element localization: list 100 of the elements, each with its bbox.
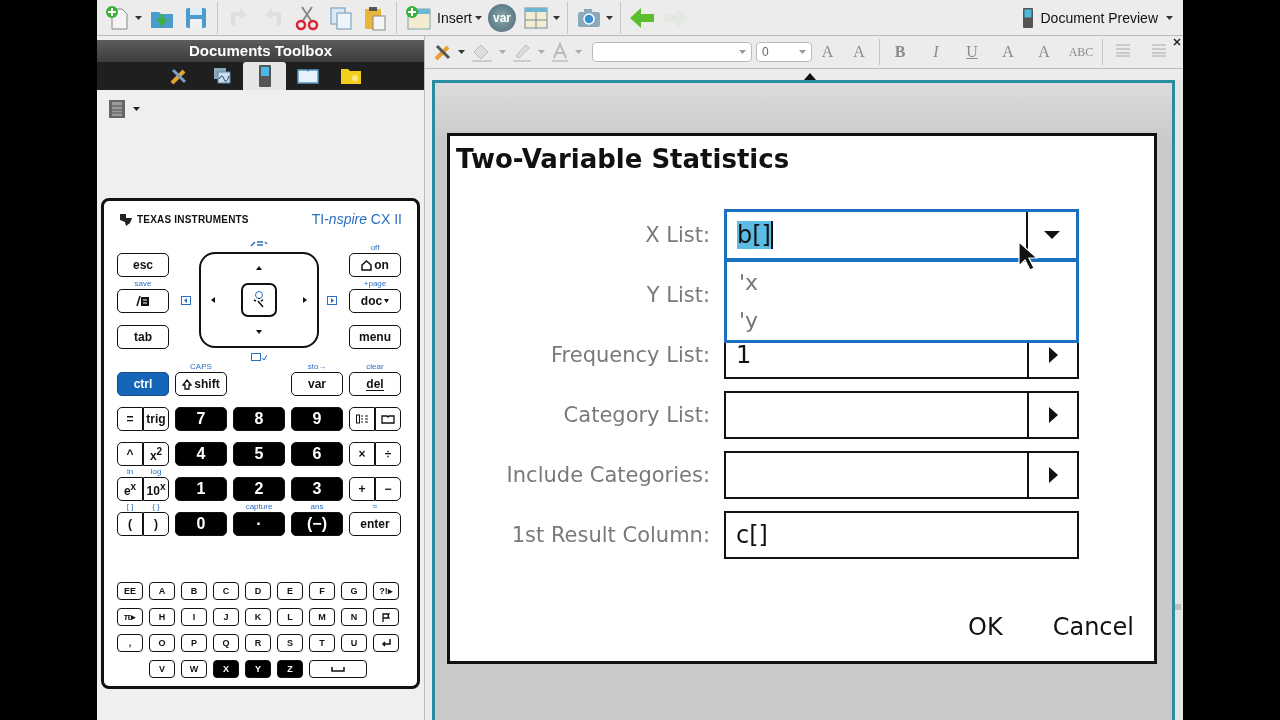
calculator-key[interactable] <box>373 608 399 626</box>
calculator-key[interactable]: ctrl <box>117 372 169 396</box>
calculator-key[interactable]: − <box>375 477 401 501</box>
calculator-key[interactable]: 8 <box>233 407 285 431</box>
calculator-key[interactable]: esc <box>117 253 169 277</box>
calculator-key[interactable]: A <box>149 582 175 600</box>
caret-icon[interactable] <box>553 15 560 20</box>
calculator-key[interactable]: E <box>277 582 303 600</box>
down-arrow-icon[interactable] <box>256 330 262 334</box>
calculator-key[interactable]: D <box>245 582 271 600</box>
calculator-key[interactable]: EE <box>117 582 143 600</box>
calculator-key[interactable]: trig <box>143 407 169 431</box>
calculator-key[interactable]: × <box>349 442 375 466</box>
calculator-key[interactable]: enter <box>349 512 401 536</box>
calculator-key[interactable]: ÷ <box>375 442 401 466</box>
calculator-key[interactable]: ) <box>143 512 169 536</box>
calculator-key[interactable]: L <box>277 608 303 626</box>
calculator-key[interactable]: T <box>309 634 335 652</box>
calculator-key[interactable]: shift <box>175 372 227 396</box>
calculator-key[interactable]: ?!▸ <box>373 582 399 600</box>
calculator-key[interactable]: C <box>213 582 239 600</box>
wrench-icon[interactable] <box>433 42 453 62</box>
calculator-key[interactable]: 9 <box>291 407 343 431</box>
document-preview-button[interactable]: Document Preview <box>1016 6 1179 29</box>
insert-button[interactable]: Insert <box>401 1 485 34</box>
calculator-key[interactable]: J <box>213 608 239 626</box>
calculator-key[interactable]: del <box>349 372 401 396</box>
calculator-key[interactable] <box>117 289 169 313</box>
calculator-key[interactable]: W <box>181 660 207 678</box>
calculator-key[interactable]: 7 <box>175 407 227 431</box>
touchpad[interactable] <box>199 252 319 348</box>
caret-icon[interactable] <box>133 107 140 111</box>
input-field[interactable]: b[] <box>724 209 1079 261</box>
calculator-key[interactable]: Y <box>245 660 271 678</box>
caret-icon <box>1166 15 1173 20</box>
calculator-key[interactable]: Z <box>277 660 303 678</box>
click-button[interactable] <box>241 283 277 317</box>
calculator-key[interactable]: 0 <box>175 512 227 536</box>
calculator-key[interactable]: menu <box>349 325 401 349</box>
caret-icon[interactable] <box>135 15 142 20</box>
calculator-key[interactable]: I <box>181 608 207 626</box>
input-field[interactable] <box>724 451 1079 499</box>
calculator-key[interactable]: 2 <box>233 477 285 501</box>
caret-icon[interactable] <box>475 15 482 20</box>
calculator-key[interactable]: tab <box>117 325 169 349</box>
calculator-key[interactable]: , <box>117 634 143 652</box>
handheld-tab[interactable] <box>243 62 286 90</box>
calculator-key[interactable]: K <box>245 608 271 626</box>
up-arrow-icon[interactable] <box>256 266 262 270</box>
calculator-key[interactable]: X <box>213 660 239 678</box>
calculator-key[interactable]: B <box>181 582 207 600</box>
calculator-key[interactable] <box>373 634 399 652</box>
calculator-key[interactable]: (−) <box>291 512 343 536</box>
calculator-key[interactable]: · <box>233 512 285 536</box>
calculator-key[interactable]: 3 <box>291 477 343 501</box>
input-field[interactable]: c[] <box>724 511 1079 559</box>
calculator-key[interactable]: U <box>341 634 367 652</box>
calculator-key[interactable]: x$^{2}$ <box>143 442 169 466</box>
calculator-key[interactable]: S <box>277 634 303 652</box>
left-arrow-icon[interactable] <box>211 297 215 303</box>
calculator-key[interactable]: V <box>149 660 175 678</box>
cancel-button[interactable]: Cancel <box>1052 613 1134 641</box>
scroll-grip-icon[interactable] <box>1175 604 1181 610</box>
calculator-key[interactable]: 5 <box>233 442 285 466</box>
calculator-key[interactable]: N <box>341 608 367 626</box>
ok-button[interactable]: OK <box>968 613 1003 641</box>
calculator-key[interactable]: = <box>117 407 143 431</box>
calculator-key[interactable]: ^ <box>117 442 143 466</box>
calculator-key[interactable]: Q <box>213 634 239 652</box>
calculator-key[interactable]: ( <box>117 512 143 536</box>
calculator-key[interactable]: var <box>291 372 343 396</box>
calculator-key[interactable]: H <box>149 608 175 626</box>
calculator-key[interactable] <box>349 407 375 431</box>
calculator-key[interactable]: R <box>245 634 271 652</box>
calculator-key[interactable]: π▸ <box>117 608 143 626</box>
calculator-key[interactable] <box>309 660 367 678</box>
calculator-key[interactable]: doc <box>349 289 401 313</box>
calculator-key[interactable]: 6 <box>291 442 343 466</box>
close-icon[interactable] <box>1173 38 1181 46</box>
calculator-key[interactable]: G <box>341 582 367 600</box>
caret-icon[interactable] <box>606 15 613 20</box>
right-arrow-icon[interactable] <box>303 297 307 303</box>
font-size-select[interactable]: 0 <box>756 42 812 62</box>
caret-icon[interactable] <box>458 50 465 54</box>
calculator-key[interactable]: P <box>181 634 207 652</box>
calculator-key[interactable]: 4 <box>175 442 227 466</box>
calculator-key[interactable]: 1 <box>175 477 227 501</box>
calculator-key[interactable]: M <box>309 608 335 626</box>
calculator-key[interactable]: 10$^{x}$ <box>143 477 169 501</box>
return-icon <box>381 639 391 647</box>
text-color-icon[interactable] <box>550 42 570 62</box>
calculator-key[interactable]: F <box>309 582 335 600</box>
dropdown-option[interactable]: 'x <box>739 264 1064 302</box>
calculator-key[interactable]: O <box>149 634 175 652</box>
calculator-key[interactable] <box>375 407 401 431</box>
calculator-key[interactable]: on <box>349 253 401 277</box>
calculator-key[interactable]: e$^{x}$ <box>117 477 143 501</box>
calculator-key[interactable]: + <box>349 477 375 501</box>
book-icon <box>296 67 319 85</box>
input-field[interactable] <box>724 391 1079 439</box>
